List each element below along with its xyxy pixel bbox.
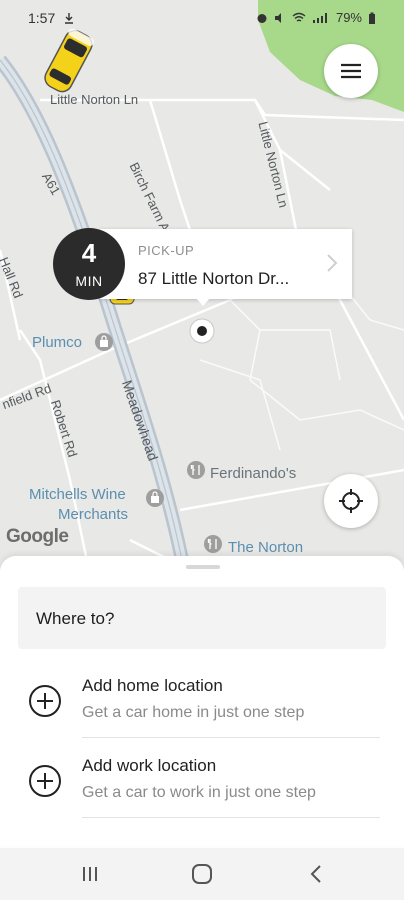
poi-label: Ferdinando's bbox=[210, 465, 297, 482]
alarm-icon bbox=[257, 13, 267, 23]
poi-label: Mitchells Wine bbox=[29, 486, 126, 503]
recenter-location-button[interactable] bbox=[324, 474, 378, 528]
status-time: 1:57 bbox=[28, 10, 56, 26]
signal-icon bbox=[312, 12, 327, 23]
pickup-label: PICK-UP bbox=[138, 243, 195, 258]
shortcut-subtitle: Get a car to work in just one step bbox=[82, 784, 316, 801]
back-chevron-icon bbox=[310, 865, 321, 883]
pickup-card[interactable]: PICK-UP 87 Little Norton Dr... bbox=[100, 229, 352, 299]
where-to-search-field[interactable]: Where to? bbox=[18, 587, 386, 649]
road-label: Little Norton Ln bbox=[50, 92, 139, 107]
back-button[interactable] bbox=[286, 848, 346, 900]
wifi-icon bbox=[292, 12, 306, 22]
add-work-location-item[interactable]: Add work location Get a car to work in j… bbox=[0, 738, 404, 818]
add-home-location-item[interactable]: Add home location Get a car home in just… bbox=[0, 658, 404, 738]
shopping-bag-icon bbox=[95, 333, 113, 351]
status-bar: 1:57 79% bbox=[0, 0, 404, 36]
sheet-drag-handle[interactable] bbox=[186, 565, 220, 569]
shortcut-title: Add home location bbox=[82, 676, 223, 695]
recent-apps-icon bbox=[83, 867, 97, 881]
add-circle-icon bbox=[29, 765, 61, 797]
download-icon bbox=[65, 13, 73, 24]
home-icon bbox=[192, 864, 212, 884]
restaurant-icon bbox=[204, 535, 222, 553]
restaurant-icon bbox=[187, 461, 205, 479]
eta-value: 4 bbox=[81, 238, 97, 268]
shortcut-subtitle: Get a car home in just one step bbox=[82, 704, 305, 721]
poi-label: Plumco bbox=[32, 334, 83, 351]
crosshair-icon bbox=[339, 489, 363, 513]
shortcut-title: Add work location bbox=[82, 756, 217, 775]
pickup-pointer bbox=[196, 298, 210, 306]
shopping-bag-icon bbox=[146, 489, 164, 507]
add-circle-icon bbox=[29, 685, 61, 717]
mute-icon bbox=[274, 12, 281, 23]
battery-icon bbox=[369, 12, 375, 24]
battery-percent: 79% bbox=[335, 10, 362, 25]
map-view[interactable]: Little Norton Ln Birch Farm Ave Little N… bbox=[0, 0, 404, 575]
where-to-placeholder: Where to? bbox=[36, 609, 115, 628]
google-attribution[interactable]: Google bbox=[6, 526, 69, 548]
pickup-address: 87 Little Norton Dr... bbox=[138, 269, 290, 288]
recent-apps-button[interactable] bbox=[60, 848, 120, 900]
home-button[interactable] bbox=[172, 848, 232, 900]
divider bbox=[82, 817, 380, 818]
eta-badge: 4 MIN bbox=[53, 228, 125, 300]
menu-button[interactable] bbox=[324, 44, 378, 98]
eta-unit: MIN bbox=[75, 273, 103, 289]
hamburger-menu-icon bbox=[341, 63, 361, 79]
bottom-sheet: Where to? Add home location Get a car ho… bbox=[0, 556, 404, 846]
chevron-right-icon bbox=[327, 254, 338, 272]
poi-label: Merchants bbox=[58, 506, 129, 523]
system-navigation-bar bbox=[0, 848, 404, 900]
status-icons: 79% bbox=[256, 10, 376, 25]
poi-label: The Norton bbox=[228, 539, 304, 556]
